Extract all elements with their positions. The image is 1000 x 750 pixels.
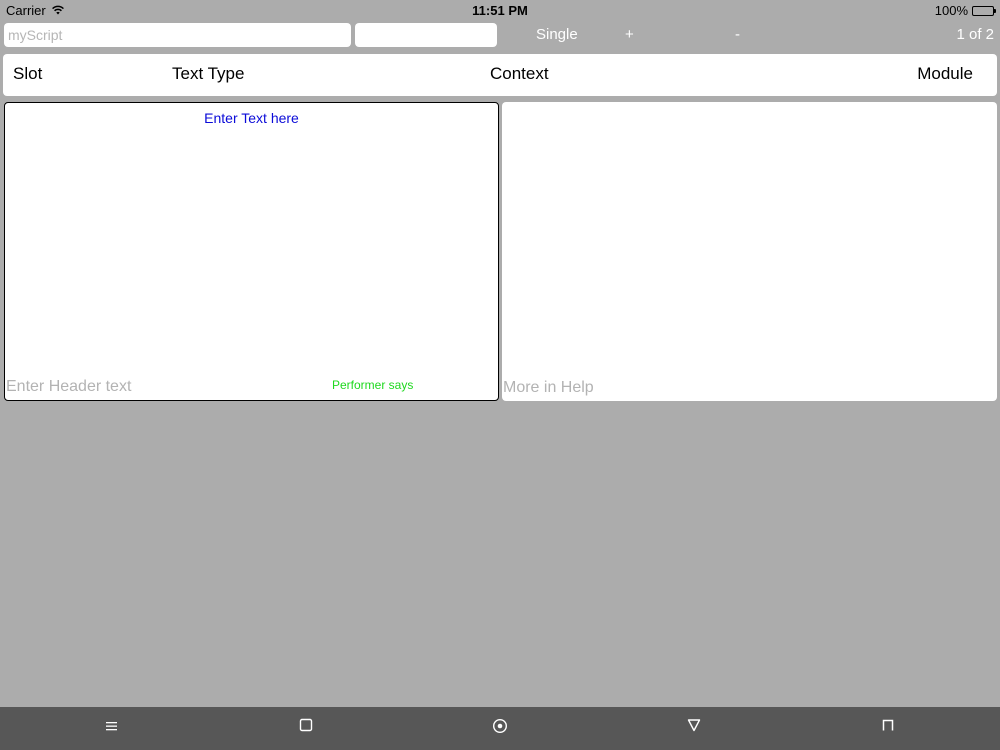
status-bar: Carrier 11:51 PM 100% [0, 0, 1000, 20]
battery-group: 100% [934, 3, 996, 18]
help-panel[interactable]: More in Help [502, 102, 997, 401]
minus-button[interactable]: - [735, 26, 740, 43]
battery-percent: 100% [934, 3, 968, 18]
circle-dot-icon[interactable] [488, 718, 512, 738]
page-counter: 1 of 2 [956, 26, 994, 43]
text-entry-panel[interactable]: Enter Text here Enter Header text Perfor… [4, 102, 499, 401]
script-name-input[interactable] [4, 23, 351, 47]
bottom-nav-bar [0, 707, 1000, 750]
help-text-field[interactable]: More in Help [503, 379, 594, 397]
plus-button[interactable]: + [625, 26, 634, 43]
column-slot: Slot [13, 64, 43, 83]
clock-time: 11:51 PM [472, 3, 528, 18]
secondary-input[interactable] [355, 23, 497, 47]
mode-single-button[interactable]: Single [536, 26, 578, 43]
battery-icon [972, 5, 996, 16]
column-module: Module [917, 64, 973, 83]
column-context: Context [490, 64, 549, 83]
triangle-down-icon[interactable] [682, 718, 706, 738]
toolbar: Single + - 1 of 2 [0, 22, 1000, 48]
menu-icon[interactable] [100, 718, 124, 738]
column-text-type: Text Type [172, 64, 245, 83]
tab-icon[interactable] [876, 718, 900, 738]
header-text-field[interactable]: Enter Header text [6, 378, 131, 396]
performer-says-label: Performer says [332, 378, 414, 392]
square-icon[interactable] [294, 718, 318, 738]
text-entry-title: Enter Text here [204, 110, 299, 126]
column-header-row: Slot Text Type Context Module [3, 54, 997, 96]
